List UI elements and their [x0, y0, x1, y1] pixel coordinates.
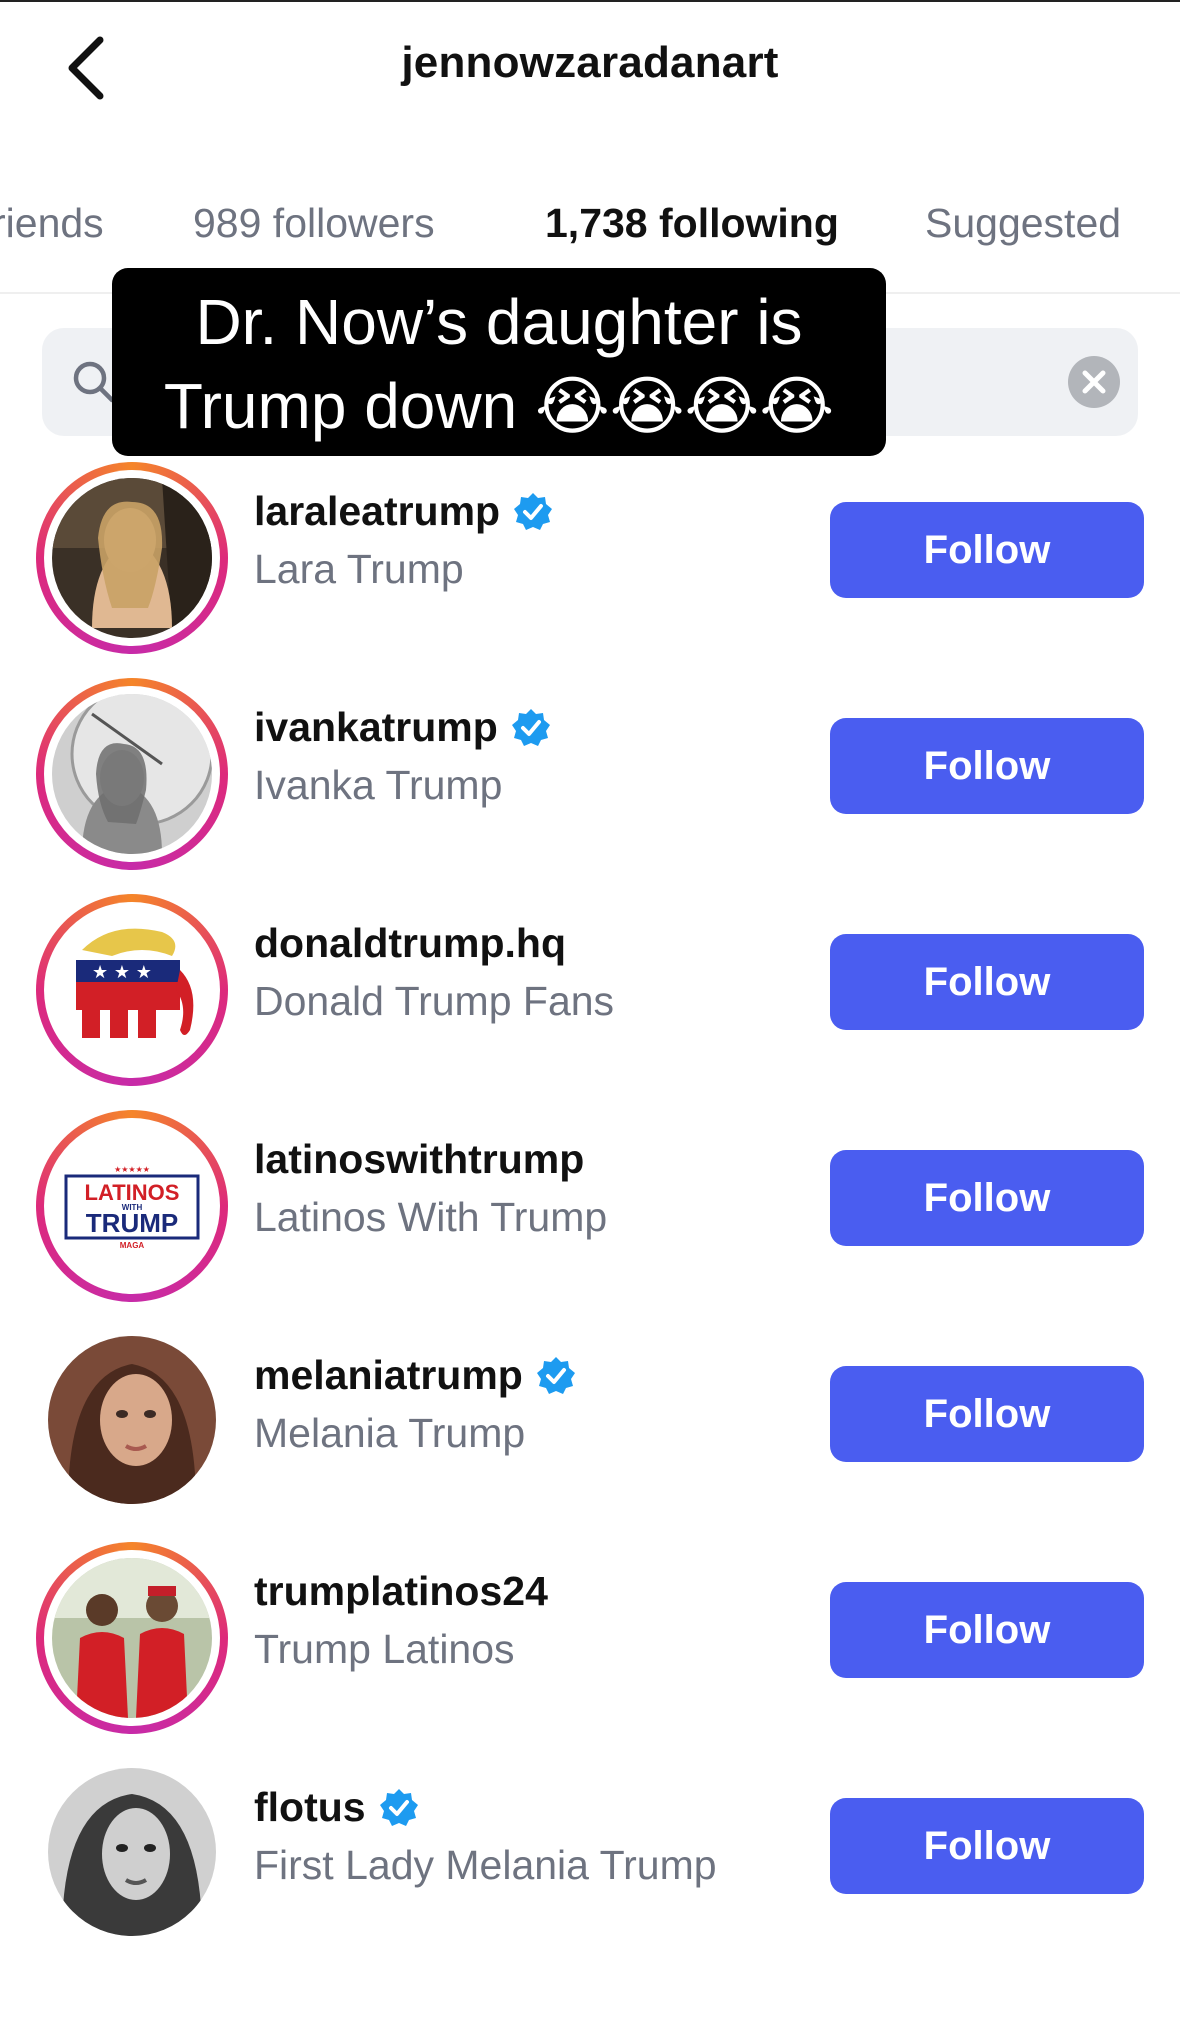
avatar[interactable]: [52, 694, 212, 854]
clear-search-button[interactable]: [1068, 356, 1120, 408]
tab-suggested[interactable]: Suggested: [925, 200, 1121, 247]
list-item[interactable]: ★ ★ ★ donaldtrump.hq Donald Trump Fans F…: [0, 884, 1180, 1086]
username[interactable]: latinoswithtrump: [254, 1136, 584, 1183]
clear-icon: [1082, 370, 1106, 394]
status-line: [0, 0, 1180, 2]
caption-line-2-text: Trump down: [163, 370, 518, 442]
verified-badge-icon: [514, 492, 553, 530]
avatar[interactable]: [48, 1336, 216, 1504]
verified-badge-icon: [511, 708, 550, 746]
verified-badge-icon: [379, 1788, 418, 1826]
avatar-photo: [52, 694, 212, 854]
follow-button[interactable]: Follow: [830, 1366, 1144, 1462]
caption-overlay: Dr. Now’s daughter is Trump down 😭😭😭😭: [112, 268, 886, 456]
story-ring: [36, 678, 228, 870]
svg-text:★★★★★: ★★★★★: [114, 1165, 150, 1174]
list-item[interactable]: trumplatinos24 Trump Latinos Follow: [0, 1532, 1180, 1734]
full-name: Ivanka Trump: [254, 762, 503, 808]
search-icon: [73, 361, 115, 403]
avatar-photo: [48, 1336, 216, 1504]
full-name: First Lady Melania Trump: [254, 1842, 717, 1888]
avatar-photo: [52, 1558, 212, 1718]
avatar[interactable]: [52, 1558, 212, 1718]
tab-following[interactable]: 1,738 following: [545, 200, 839, 247]
follow-button[interactable]: Follow: [830, 1150, 1144, 1246]
republican-elephant-logo: ★ ★ ★: [52, 910, 212, 1070]
page-title: jennowzaradanart: [401, 38, 779, 87]
follow-button[interactable]: Follow: [830, 1798, 1144, 1894]
list-item[interactable]: laraleatrump Lara Trump Follow: [0, 452, 1180, 654]
avatar[interactable]: ★★★★★ LATINOS WITH TRUMP MAGA: [52, 1126, 212, 1286]
avatar-text-bottom: MAGA: [120, 1241, 145, 1250]
list-item[interactable]: flotus First Lady Melania Trump Follow: [0, 1748, 1180, 1948]
username[interactable]: melaniatrump: [254, 1352, 577, 1399]
follow-button[interactable]: Follow: [830, 1582, 1144, 1678]
svg-text:★ ★ ★: ★ ★ ★: [92, 962, 152, 983]
crying-emoji-icons: 😭😭😭😭: [534, 370, 835, 442]
username[interactable]: ivankatrump: [254, 704, 552, 751]
full-name: Latinos With Trump: [254, 1194, 608, 1240]
full-name: Melania Trump: [254, 1410, 526, 1456]
full-name: Donald Trump Fans: [254, 978, 615, 1024]
follow-button[interactable]: Follow: [830, 718, 1144, 814]
avatar[interactable]: [48, 1768, 216, 1936]
list-item[interactable]: melaniatrump Melania Trump Follow: [0, 1316, 1180, 1516]
avatar[interactable]: [52, 478, 212, 638]
username[interactable]: donaldtrump.hq: [254, 920, 566, 967]
username[interactable]: laraleatrump: [254, 488, 554, 535]
list-item[interactable]: ivankatrump Ivanka Trump Follow: [0, 668, 1180, 870]
tab-bar: riends 989 followers 1,738 following Sug…: [0, 200, 1180, 260]
caption-line-1: Dr. Now’s daughter is: [195, 286, 803, 358]
story-ring: ★★★★★ LATINOS WITH TRUMP MAGA: [36, 1110, 228, 1302]
caption-line-2: Trump down 😭😭😭😭: [112, 364, 886, 448]
avatar-photo: [48, 1768, 216, 1936]
avatar[interactable]: ★ ★ ★: [52, 910, 212, 1070]
full-name: Lara Trump: [254, 546, 464, 592]
tab-friends[interactable]: riends: [0, 200, 104, 247]
username[interactable]: trumplatinos24: [254, 1568, 548, 1615]
follow-button[interactable]: Follow: [830, 502, 1144, 598]
avatar-text-top: LATINOS: [85, 1180, 180, 1205]
verified-badge-icon: [536, 1356, 575, 1394]
username[interactable]: flotus: [254, 1784, 420, 1831]
follow-button[interactable]: Follow: [830, 934, 1144, 1030]
story-ring: ★ ★ ★: [36, 894, 228, 1086]
full-name: Trump Latinos: [254, 1626, 515, 1672]
story-ring: [36, 462, 228, 654]
latinos-with-trump-logo: ★★★★★ LATINOS WITH TRUMP MAGA: [52, 1126, 212, 1286]
tab-followers[interactable]: 989 followers: [193, 200, 435, 247]
avatar-text-main: TRUMP: [86, 1208, 178, 1238]
list-item[interactable]: ★★★★★ LATINOS WITH TRUMP MAGA latinoswit…: [0, 1100, 1180, 1302]
story-ring: [36, 1542, 228, 1734]
avatar-photo: [52, 478, 212, 638]
